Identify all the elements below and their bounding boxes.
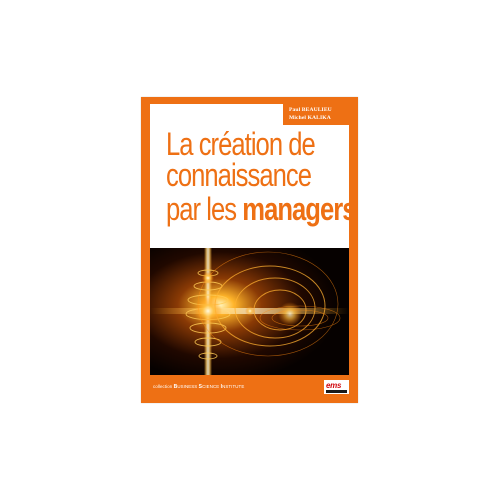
book-title-line-3: par les managers [166, 191, 357, 227]
title-prefix: par les [166, 191, 243, 227]
publisher-logo-text: ems [326, 381, 342, 390]
golden-light-rings-image [150, 248, 349, 375]
ems-publisher-logo-icon: ems [324, 380, 349, 394]
collection-label: collection BUSINESS SCIENCE INSTITUTE [153, 384, 244, 390]
title-panel: Paul BEAULIEU Michel KALIKA La création … [150, 104, 357, 248]
publisher-logo-bar [326, 390, 347, 393]
book-title-line-2: connaissance [166, 157, 312, 193]
collection-prefix: collection [153, 384, 174, 389]
collection-word: USINESS [177, 384, 199, 389]
collection-word: NSTITUTE [222, 384, 245, 389]
collection-word: CIENCE [202, 384, 221, 389]
book-cover[interactable]: Paul BEAULIEU Michel KALIKA La création … [141, 97, 358, 403]
page: Paul BEAULIEU Michel KALIKA La création … [0, 0, 500, 500]
author-name: Michel KALIKA [289, 115, 331, 121]
author-name: Paul BEAULIEU [289, 107, 332, 113]
book-title-line-1: La création de [166, 126, 316, 162]
title-emphasis: managers [242, 191, 356, 227]
